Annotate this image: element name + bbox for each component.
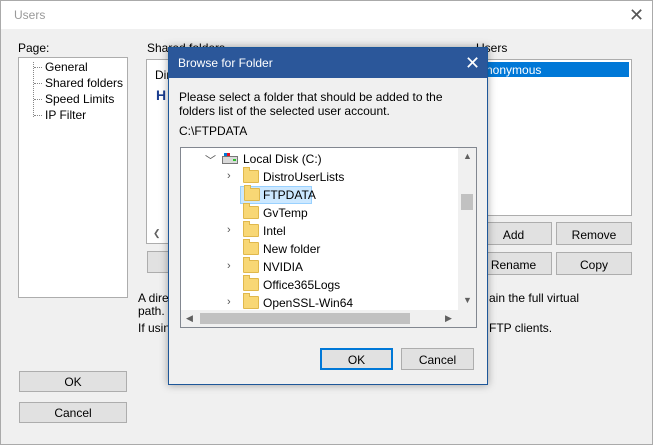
scroll-up-icon[interactable]: ▲ bbox=[463, 151, 472, 161]
folder-icon bbox=[243, 293, 259, 309]
folder-tree[interactable]: ﹀ Local Disk (C:) › DistroUserLists FTPD… bbox=[180, 147, 477, 328]
folder-label: New folder bbox=[263, 242, 321, 256]
chevron-right-icon[interactable]: › bbox=[227, 224, 231, 236]
ok-label: OK bbox=[64, 375, 82, 389]
dialog-title-bar: Browse for Folder ✕ bbox=[169, 48, 487, 78]
folder-label: NVIDIA bbox=[263, 260, 304, 274]
folder-label: Intel bbox=[263, 224, 286, 238]
dialog-instruction: Please select a folder that should be ad… bbox=[179, 90, 443, 118]
folder-icon bbox=[243, 239, 259, 255]
scroll-left-icon[interactable]: ❮ bbox=[153, 228, 161, 239]
folder-label: DistroUserLists bbox=[263, 170, 345, 184]
tree-row-intel[interactable]: › Intel bbox=[181, 221, 461, 240]
home-directory-marker: H bbox=[156, 87, 167, 103]
tree-row-gvtemp[interactable]: GvTemp bbox=[181, 203, 461, 222]
page-tree[interactable]: General Shared folders Speed Limits IP F… bbox=[18, 57, 128, 298]
page-item-ip-filter[interactable]: IP Filter bbox=[43, 108, 88, 122]
folder-icon bbox=[243, 257, 259, 273]
remove-user-label: Remove bbox=[571, 228, 617, 242]
users-window-title: Users bbox=[14, 8, 46, 22]
page-item-shared-folders[interactable]: Shared folders bbox=[43, 76, 125, 90]
horizontal-scrollbar[interactable]: ◀ ▶ bbox=[181, 310, 458, 327]
tree-row-new-folder[interactable]: New folder bbox=[181, 239, 461, 258]
folder-icon bbox=[243, 275, 259, 291]
tree-row-nvidia[interactable]: › NVIDIA bbox=[181, 257, 461, 276]
folder-icon bbox=[243, 203, 259, 219]
tree-row-office365logs[interactable]: Office365Logs bbox=[181, 275, 461, 294]
dialog-close-icon[interactable]: ✕ bbox=[465, 54, 480, 72]
scroll-right-icon[interactable]: ▶ bbox=[445, 313, 452, 324]
vertical-scrollbar[interactable]: ▲ ▼ bbox=[458, 148, 476, 310]
horizontal-scroll-thumb[interactable] bbox=[200, 313, 410, 324]
add-user-label: Add bbox=[502, 228, 525, 242]
dialog-ok-button[interactable]: OK bbox=[320, 348, 393, 370]
cancel-button[interactable]: Cancel bbox=[19, 402, 127, 423]
chevron-right-icon[interactable]: › bbox=[227, 260, 231, 272]
tree-row-root[interactable]: ﹀ Local Disk (C:) bbox=[181, 150, 461, 168]
copy-user-label: Copy bbox=[579, 258, 608, 272]
chevron-right-icon[interactable]: › bbox=[227, 296, 231, 308]
vertical-scroll-thumb[interactable] bbox=[461, 194, 473, 210]
selected-path: C:\FTPDATA bbox=[179, 124, 248, 138]
close-icon[interactable]: ✕ bbox=[629, 6, 644, 24]
drive-icon bbox=[222, 153, 238, 164]
scroll-down-icon[interactable]: ▼ bbox=[463, 295, 472, 305]
dialog-cancel-button[interactable]: Cancel bbox=[401, 348, 474, 370]
dialog-cancel-label: Cancel bbox=[418, 353, 457, 367]
remove-user-button[interactable]: Remove bbox=[556, 222, 632, 245]
info-line-1-right: ain the full virtual bbox=[489, 291, 580, 305]
browse-for-folder-dialog: Browse for Folder ✕ Please select a fold… bbox=[168, 47, 488, 385]
page-item-speed-limits[interactable]: Speed Limits bbox=[43, 92, 116, 106]
chevron-right-icon[interactable]: › bbox=[227, 170, 231, 182]
tree-row-ftpdata[interactable]: FTPDATA bbox=[240, 185, 316, 204]
scrollbar-corner bbox=[458, 310, 476, 327]
dialog-title: Browse for Folder bbox=[178, 56, 273, 70]
user-item-anonymous[interactable]: Anonymous bbox=[478, 62, 629, 77]
page-label: Page: bbox=[18, 41, 50, 55]
folder-label: GvTemp bbox=[263, 206, 308, 220]
cancel-label: Cancel bbox=[54, 406, 92, 420]
folder-icon bbox=[244, 185, 260, 201]
folder-label: FTPDATA bbox=[263, 188, 316, 202]
folder-label: OpenSSL-Win64 bbox=[263, 296, 354, 310]
folder-label: Office365Logs bbox=[263, 278, 341, 292]
page-item-general[interactable]: General bbox=[43, 60, 90, 74]
scroll-left-icon[interactable]: ◀ bbox=[186, 313, 193, 324]
rename-user-label: Rename bbox=[490, 258, 537, 272]
folder-icon bbox=[243, 221, 259, 237]
users-title-bar: Users ✕ bbox=[1, 1, 652, 29]
copy-user-button[interactable]: Copy bbox=[556, 252, 632, 275]
info-line-3-right: FTP clients. bbox=[489, 321, 553, 335]
folder-icon bbox=[243, 167, 259, 183]
users-list[interactable]: Anonymous bbox=[475, 59, 632, 216]
dialog-ok-label: OK bbox=[347, 353, 366, 367]
ok-button[interactable]: OK bbox=[19, 371, 127, 392]
root-label: Local Disk (C:) bbox=[243, 152, 322, 166]
chevron-down-icon[interactable]: ﹀ bbox=[205, 152, 216, 168]
tree-row-distrouserlists[interactable]: › DistroUserLists bbox=[181, 167, 461, 186]
